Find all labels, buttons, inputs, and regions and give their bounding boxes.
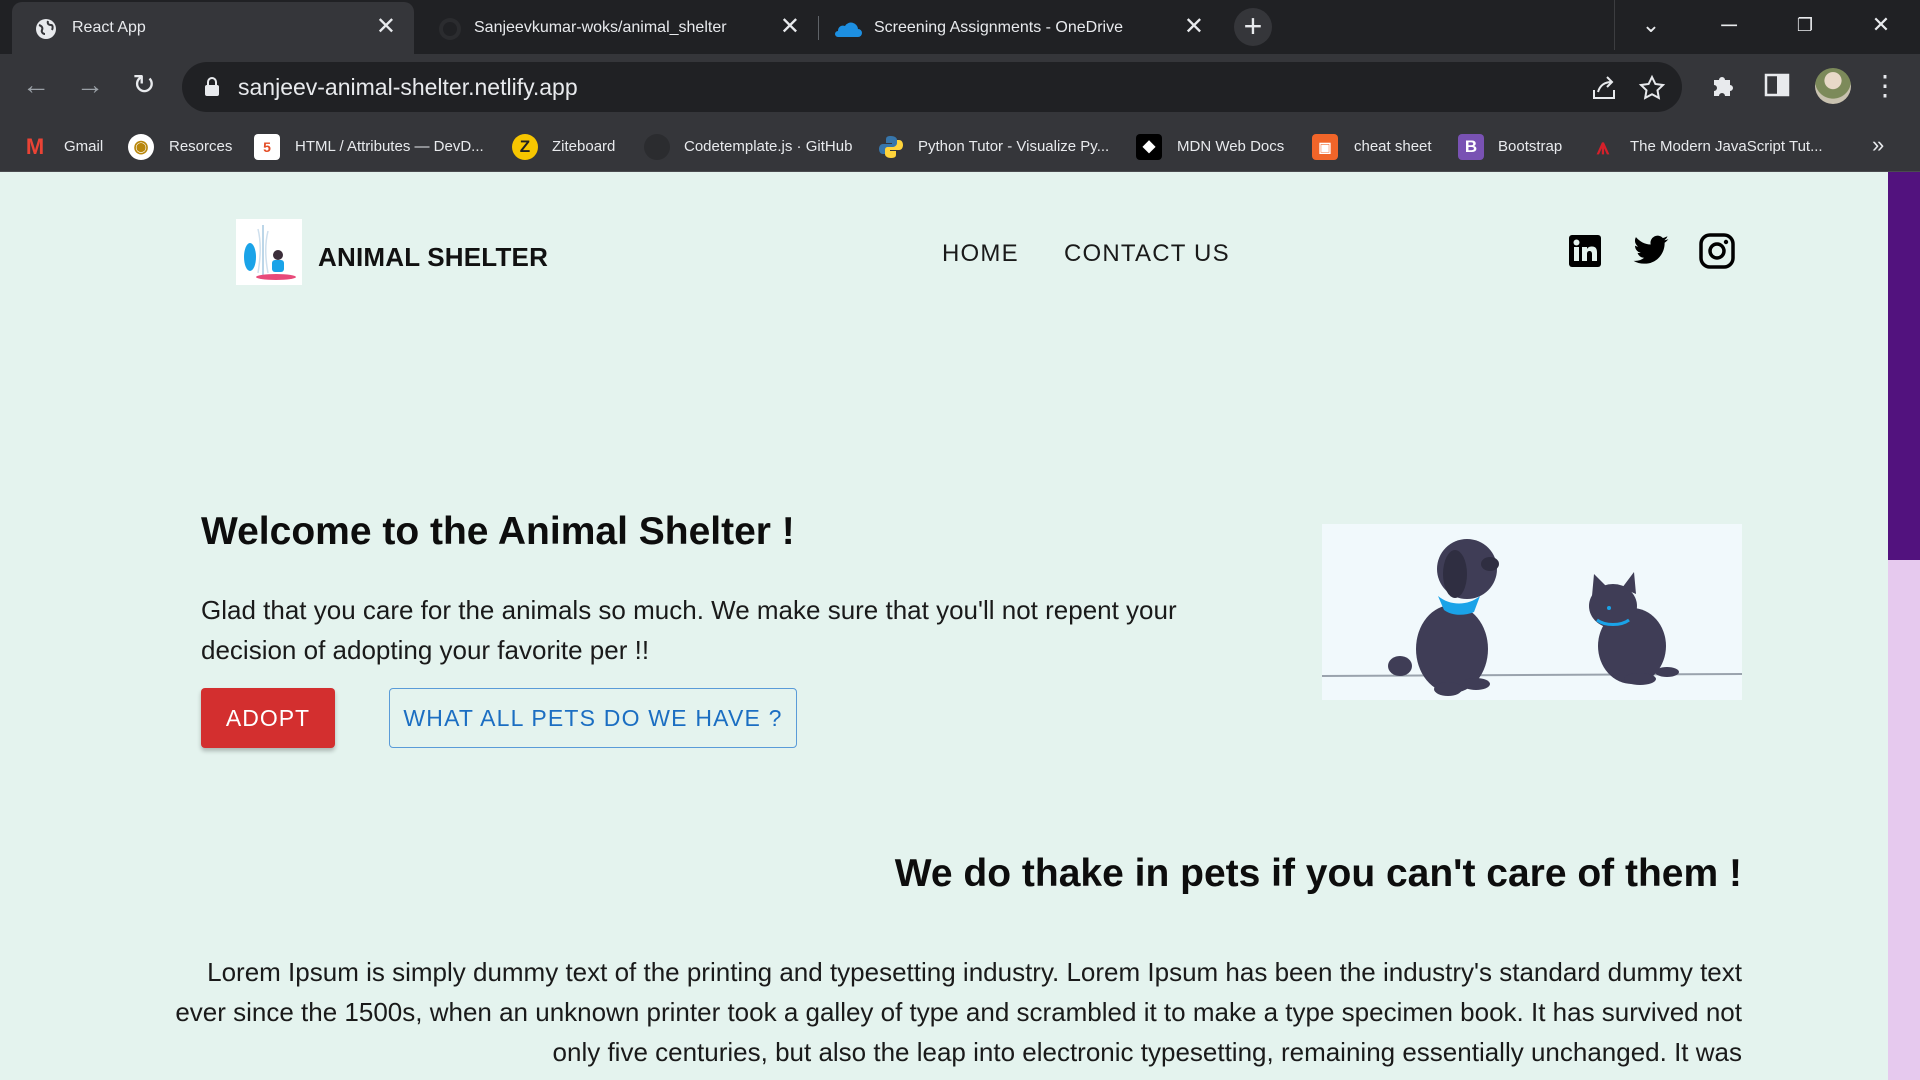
restore-icon[interactable]: ❐ xyxy=(1770,0,1840,50)
twitter-icon[interactable] xyxy=(1632,232,1670,270)
minimize-icon[interactable]: ─ xyxy=(1694,0,1764,50)
brand-name[interactable]: ANIMAL SHELTER xyxy=(318,242,548,273)
github-icon xyxy=(438,17,462,41)
tab-github[interactable]: Sanjeevkumar-woks/animal_shelter ✕ xyxy=(416,2,818,54)
instagram-icon[interactable] xyxy=(1698,232,1736,270)
view-pets-button[interactable]: WHAT ALL PETS DO WE HAVE ? xyxy=(389,688,797,748)
tab-onedrive[interactable]: Screening Assignments - OneDrive ✕ xyxy=(820,2,1222,54)
tab-strip: React App ✕ Sanjeevkumar-woks/animal_she… xyxy=(0,0,1920,54)
tab-title: React App xyxy=(72,19,146,36)
tab-title: Sanjeevkumar-woks/animal_shelter xyxy=(474,19,727,36)
python-icon xyxy=(878,134,904,160)
dog-and-cat-illustration xyxy=(1321,524,1743,700)
bookmark-label: Codetemplate.js · GitHub xyxy=(684,138,853,155)
nav-home[interactable]: HOME xyxy=(942,240,1019,268)
linkedin-icon[interactable] xyxy=(1566,232,1604,270)
window-divider xyxy=(1614,0,1615,50)
extensions-icon[interactable] xyxy=(1708,70,1738,100)
hero-description: Glad that you care for the animals so mu… xyxy=(201,595,1177,665)
close-icon[interactable]: ✕ xyxy=(376,13,396,41)
bookmark-label: The Modern JavaScript Tut... xyxy=(1630,138,1823,155)
javascript-info-icon: ⩚ xyxy=(1596,134,1610,159)
share-icon[interactable] xyxy=(1590,74,1618,102)
bootstrap-icon: B xyxy=(1458,134,1484,160)
tab-divider xyxy=(818,16,819,40)
adopt-button[interactable]: ADOPT xyxy=(201,688,335,748)
nav-contact-us[interactable]: CONTACT US xyxy=(1064,240,1230,268)
section-description: Lorem Ipsum is simply dummy text of the … xyxy=(175,957,1742,1067)
side-panel-icon[interactable] xyxy=(1762,70,1792,100)
address-bar[interactable]: sanjeev-animal-shelter.netlify.app xyxy=(182,62,1682,112)
onedrive-icon xyxy=(832,17,862,41)
tab-title: Screening Assignments - OneDrive xyxy=(874,19,1123,36)
bookmark-label: Resorces xyxy=(169,138,233,155)
page-viewport: ANIMAL SHELTER HOME CONTACT US Welcome t… xyxy=(0,172,1888,1080)
section-title: We do thake in pets if you can't care of… xyxy=(894,852,1742,895)
brand-logo[interactable] xyxy=(236,219,302,285)
close-icon[interactable]: ✕ xyxy=(780,13,800,41)
ziteboard-icon: Z xyxy=(512,134,538,160)
url-text: sanjeev-animal-shelter.netlify.app xyxy=(238,74,578,100)
back-arrow-icon[interactable]: ← xyxy=(18,68,54,104)
browser-toolbar: ← → ↻ sanjeev-animal-shelter.netlify.app… xyxy=(0,54,1920,120)
resources-icon: ◉ xyxy=(128,134,154,160)
devdocs-icon: 5 xyxy=(254,134,280,160)
bookmark-label: HTML / Attributes — DevD... xyxy=(295,138,484,155)
bookmark-label: Gmail xyxy=(64,138,104,155)
bookmarks-overflow-icon[interactable]: » xyxy=(1872,132,1884,158)
bookmarks-bar: M Gmail ◉ Resorces 5 HTML / Attributes —… xyxy=(0,120,1920,172)
globe-icon xyxy=(34,17,58,41)
profile-avatar[interactable] xyxy=(1815,68,1851,104)
star-icon[interactable] xyxy=(1638,74,1666,102)
bookmark-label: Bootstrap xyxy=(1498,138,1563,155)
lock-icon xyxy=(204,77,220,102)
mdn-icon: ◆ xyxy=(1136,134,1162,160)
bookmark-label: MDN Web Docs xyxy=(1177,138,1285,155)
tab-search-icon[interactable]: ⌄ xyxy=(1616,0,1686,50)
bookmark-label: Ziteboard xyxy=(552,138,616,155)
bookmark-label: Python Tutor - Visualize Py... xyxy=(918,138,1110,155)
reload-icon[interactable]: ↻ xyxy=(126,68,162,104)
github-icon xyxy=(644,134,670,160)
more-menu-icon[interactable]: ⋮ xyxy=(1870,68,1900,104)
hero-title: Welcome to the Animal Shelter ! xyxy=(201,510,795,553)
new-tab-button[interactable]: + xyxy=(1234,8,1272,46)
close-icon[interactable]: ✕ xyxy=(1184,13,1204,41)
scrollbar-thumb[interactable] xyxy=(1888,172,1920,560)
cheatsheet-icon: ▣ xyxy=(1312,134,1338,160)
tab-react-app[interactable]: React App ✕ xyxy=(12,2,414,54)
gmail-icon: M xyxy=(25,134,45,159)
close-window-icon[interactable]: ✕ xyxy=(1846,0,1916,50)
forward-arrow-icon[interactable]: → xyxy=(72,68,108,104)
bookmark-label: cheat sheet xyxy=(1354,138,1432,155)
